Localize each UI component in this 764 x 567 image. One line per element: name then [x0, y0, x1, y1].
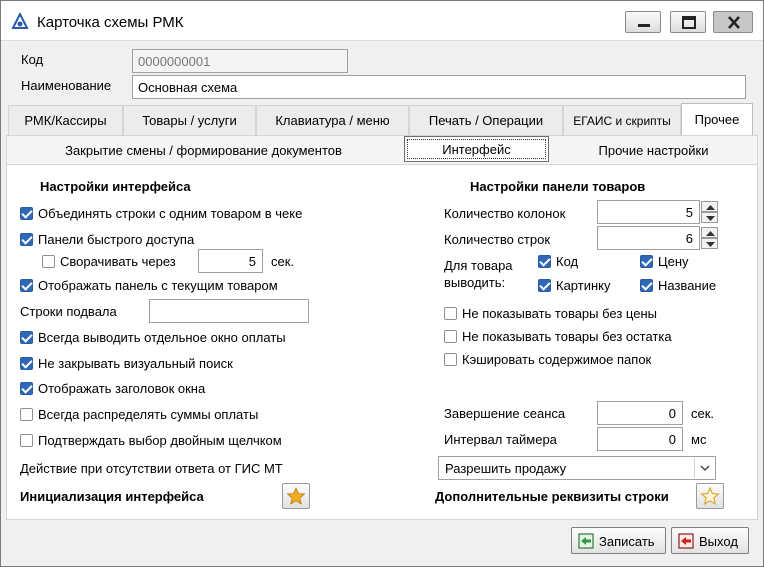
timer-input[interactable]: 0 [597, 427, 683, 451]
save-icon [578, 533, 594, 549]
save-label: Записать [599, 534, 655, 549]
tab-other[interactable]: Прочее [681, 103, 753, 135]
minimize-button[interactable] [625, 11, 661, 33]
out-name-checkbox[interactable] [640, 279, 653, 292]
subtab-shift-closing[interactable]: Закрытие смены / формирование документов [21, 138, 386, 164]
quick-panels-label: Панели быстрого доступа [38, 232, 195, 247]
hide-no-price-checkbox[interactable] [444, 307, 457, 320]
tab-keyboard-menu[interactable]: Клавиатура / меню [256, 105, 409, 135]
close-button[interactable] [713, 11, 753, 33]
show-header-checkbox[interactable] [20, 382, 33, 395]
show-header-label: Отображать заголовок окна [38, 381, 206, 396]
distribute-sums-checkbox[interactable] [20, 408, 33, 421]
hide-no-stock-checkbox[interactable] [444, 330, 457, 343]
scheme-card-window: Карточка схемы РМК Код 0000000001 Наимен… [0, 0, 764, 567]
collapse-seconds-input[interactable]: 5 [198, 249, 263, 273]
columns-label: Количество колонок [444, 206, 566, 221]
collapse-label: Сворачивать через [60, 254, 176, 269]
out-price-label: Цену [658, 254, 689, 269]
star-icon [286, 486, 306, 505]
quick-panels-checkbox[interactable] [20, 233, 33, 246]
timer-unit: мс [691, 432, 707, 447]
out-image-checkbox[interactable] [538, 279, 551, 292]
name-field[interactable]: Основная схема [132, 75, 746, 99]
out-code-checkbox[interactable] [538, 255, 551, 268]
gis-action-label: Действие при отсутствии ответа от ГИС МТ [20, 461, 283, 476]
tab-goods-services[interactable]: Товары / услуги [123, 105, 256, 135]
window-title: Карточка схемы РМК [37, 14, 184, 31]
gis-action-select[interactable]: Разрешить продажу [438, 456, 716, 480]
out-name-label: Название [658, 278, 717, 293]
arrow-up-icon [706, 205, 715, 210]
timer-label: Интервал таймера [444, 432, 557, 447]
code-label: Код [21, 52, 44, 67]
confirm-dblclick-label: Подтверждать выбор двойным щелчком [38, 433, 282, 448]
subtab-interface[interactable]: Интерфейс [404, 136, 549, 162]
cache-folders-label: Кэшировать содержимое папок [462, 352, 652, 367]
rows-spinner[interactable] [701, 227, 718, 249]
group-lines-checkbox[interactable] [20, 207, 33, 220]
extra-props-button[interactable] [696, 483, 724, 509]
interface-settings-heading: Настройки интерфейса [40, 179, 191, 194]
columns-input[interactable]: 5 [597, 200, 700, 224]
subtab-other-settings[interactable]: Прочие настройки [561, 138, 746, 164]
out-image-label: Картинку [556, 278, 611, 293]
output-label-line2: выводить: [444, 275, 506, 290]
show-current-label: Отображать панель с текущим товаром [38, 278, 278, 293]
footer-lines-input[interactable] [149, 299, 309, 323]
collapse-unit: сек. [271, 254, 295, 269]
session-end-label: Завершение сеанса [444, 406, 566, 421]
close-icon [728, 16, 740, 29]
goods-panel-heading: Настройки панели товаров [470, 179, 646, 194]
group-lines-label: Объединять строки с одним товаром в чеке [38, 206, 303, 221]
tab-egais-scripts[interactable]: ЕГАИС и скрипты [563, 105, 681, 135]
arrow-up-icon [706, 231, 715, 236]
separate-payment-checkbox[interactable] [20, 331, 33, 344]
footer-lines-label: Строки подвала [20, 304, 117, 319]
tab-print-operations[interactable]: Печать / Операции [409, 105, 563, 135]
maximize-button[interactable] [670, 11, 706, 33]
init-interface-label: Инициализация интерфейса [20, 489, 204, 504]
exit-button[interactable]: Выход [671, 527, 749, 554]
separate-payment-label: Всегда выводить отдельное окно оплаты [38, 330, 286, 345]
keep-search-checkbox[interactable] [20, 357, 33, 370]
tab-rmk-cashiers[interactable]: РМК/Кассиры [8, 105, 123, 135]
show-current-checkbox[interactable] [20, 279, 33, 292]
collapse-checkbox[interactable] [42, 255, 55, 268]
session-end-unit: сек. [691, 406, 715, 421]
out-code-label: Код [556, 254, 579, 269]
distribute-sums-label: Всегда распределять суммы оплаты [38, 407, 259, 422]
output-label-line1: Для товара [444, 258, 513, 273]
rows-input[interactable]: 6 [597, 226, 700, 250]
app-icon [11, 13, 29, 29]
exit-label: Выход [699, 534, 738, 549]
name-label: Наименование [21, 78, 112, 93]
out-price-checkbox[interactable] [640, 255, 653, 268]
rows-label: Количество строк [444, 232, 551, 247]
arrow-down-icon [706, 242, 715, 247]
confirm-dblclick-checkbox[interactable] [20, 434, 33, 447]
cache-folders-checkbox[interactable] [444, 353, 457, 366]
chevron-down-icon [694, 458, 714, 478]
hide-no-price-label: Не показывать товары без цены [462, 306, 657, 321]
arrow-down-icon [706, 216, 715, 221]
gis-action-value: Разрешить продажу [445, 461, 567, 476]
save-button[interactable]: Записать [571, 527, 666, 554]
extra-props-label: Дополнительные реквизиты строки [435, 489, 669, 504]
init-interface-button[interactable] [282, 483, 310, 509]
keep-search-label: Не закрывать визуальный поиск [38, 356, 233, 371]
hide-no-stock-label: Не показывать товары без остатка [462, 329, 672, 344]
code-field[interactable]: 0000000001 [132, 49, 348, 73]
title-bar: Карточка схемы РМК [1, 1, 763, 41]
minimize-icon [638, 24, 650, 27]
maximize-icon [682, 16, 696, 29]
session-end-input[interactable]: 0 [597, 401, 683, 425]
columns-spinner[interactable] [701, 201, 718, 223]
star-outline-icon [700, 486, 720, 506]
exit-icon [678, 533, 694, 549]
